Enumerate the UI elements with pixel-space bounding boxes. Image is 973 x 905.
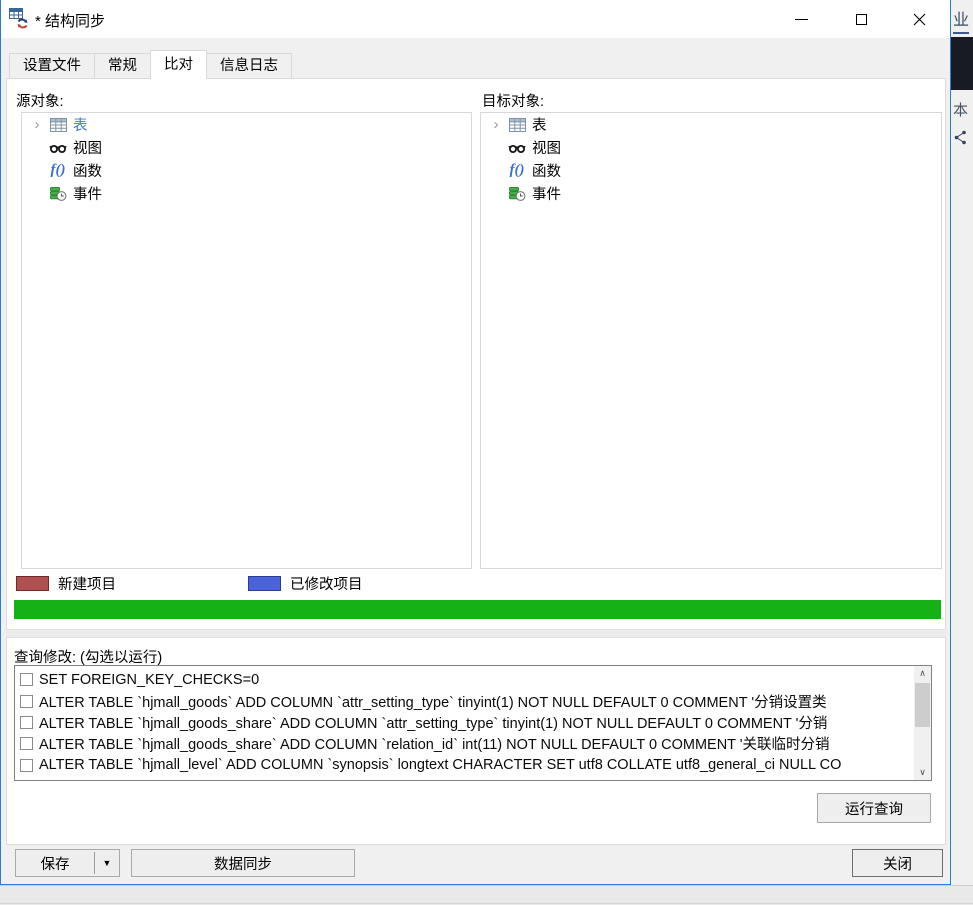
- query-sql-text: ALTER TABLE `hjmall_goods_share` ADD COL…: [39, 712, 827, 733]
- query-row-partial[interactable]: ALTER TABLE `hjmall_...` ADD COLUMN `...…: [15, 776, 912, 780]
- query-rows: SET FOREIGN_KEY_CHECKS=0 ALTER TABLE `hj…: [15, 666, 912, 780]
- target-tree-item-tables[interactable]: › 表: [481, 113, 941, 136]
- query-row[interactable]: ALTER TABLE `hjmall_goods_share` ADD COL…: [15, 733, 912, 754]
- source-tree-item-events[interactable]: 事件: [22, 182, 471, 205]
- query-checkbox[interactable]: [20, 716, 33, 729]
- screen: 业 本: [0, 0, 973, 905]
- query-sql-text: ALTER TABLE `hjmall_goods` ADD COLUMN `a…: [39, 691, 827, 712]
- tree-item-label: 事件: [73, 183, 102, 204]
- query-checkbox[interactable]: [20, 695, 33, 708]
- background-app-bottom-strip: [0, 885, 973, 905]
- structure-sync-icon: [9, 8, 30, 29]
- tree-item-label: 事件: [532, 183, 561, 204]
- run-query-button[interactable]: 运行查询: [817, 793, 931, 823]
- scroll-down-icon[interactable]: ∨: [914, 765, 931, 780]
- view-icon: [46, 141, 70, 155]
- target-tree-item-events[interactable]: 事件: [481, 182, 941, 205]
- scroll-up-icon[interactable]: ∧: [914, 666, 931, 681]
- maximize-icon: [856, 14, 867, 25]
- background-dark-bar: [951, 37, 973, 90]
- close-window-button[interactable]: [897, 0, 942, 38]
- tab-general[interactable]: 常规: [94, 53, 151, 79]
- query-checkbox[interactable]: [20, 673, 33, 686]
- close-icon: [913, 13, 926, 26]
- titlebar[interactable]: * 结构同步: [1, 0, 950, 38]
- progress-bar: [14, 600, 941, 619]
- query-sql-text: ALTER TABLE `hjmall_...` ADD COLUMN `...…: [39, 779, 348, 780]
- event-icon: [46, 186, 70, 202]
- close-button[interactable]: 关闭: [852, 849, 943, 877]
- new-items-label: 新建项目: [58, 573, 116, 594]
- save-button[interactable]: 保存: [16, 850, 94, 876]
- background-partial-text: 业: [953, 6, 969, 34]
- window-title: * 结构同步: [35, 10, 105, 31]
- tree-item-label: 函数: [73, 160, 102, 181]
- source-tree-item-functions[interactable]: f() 函数: [22, 159, 471, 182]
- target-tree-item-views[interactable]: 视图: [481, 136, 941, 159]
- tree-item-label: 视图: [532, 137, 561, 158]
- tree-item-label: 表: [532, 114, 547, 135]
- function-icon: f(): [46, 162, 70, 179]
- query-list[interactable]: SET FOREIGN_KEY_CHECKS=0 ALTER TABLE `hj…: [14, 665, 932, 781]
- minimize-icon: [795, 19, 808, 20]
- background-app-right-strip: 业 本: [951, 0, 973, 885]
- background-partial-text-2: 本: [953, 99, 968, 120]
- query-row[interactable]: ALTER TABLE `hjmall_level` ADD COLUMN `s…: [15, 755, 912, 776]
- event-icon: [505, 186, 529, 202]
- divider: [0, 903, 973, 904]
- tab-strip: 设置文件 常规 比对 信息日志: [9, 50, 291, 79]
- source-objects-tree[interactable]: › 表: [21, 112, 472, 569]
- tab-info-log[interactable]: 信息日志: [206, 53, 292, 79]
- chevron-right-icon[interactable]: ›: [487, 113, 505, 136]
- save-dropdown-button[interactable]: ▼: [95, 850, 119, 876]
- new-items-swatch: [16, 576, 49, 591]
- target-objects-tree[interactable]: › 表: [480, 112, 942, 569]
- query-row[interactable]: SET FOREIGN_KEY_CHECKS=0: [15, 669, 912, 690]
- tab-settings-file[interactable]: 设置文件: [9, 53, 95, 79]
- query-checkbox[interactable]: [20, 759, 33, 772]
- query-sql-text: ALTER TABLE `hjmall_level` ADD COLUMN `s…: [39, 757, 841, 773]
- legend: 新建项目 已修改项目: [16, 573, 363, 594]
- tab-compare[interactable]: 比对: [150, 50, 207, 79]
- chevron-down-icon: ▼: [103, 858, 112, 868]
- query-row[interactable]: ALTER TABLE `hjmall_goods` ADD COLUMN `a…: [15, 690, 912, 711]
- source-objects-label: 源对象:: [16, 90, 64, 111]
- save-split-button: 保存 ▼: [15, 849, 120, 877]
- splitter-handle[interactable]: [6, 629, 946, 638]
- query-row[interactable]: ALTER TABLE `hjmall_goods_share` ADD COL…: [15, 712, 912, 733]
- chevron-right-icon[interactable]: ›: [28, 113, 46, 136]
- table-icon: [46, 118, 70, 132]
- compare-tab-page: 源对象: 目标对象: › 表: [6, 78, 946, 845]
- tree-item-label: 视图: [73, 137, 102, 158]
- share-icon: [954, 130, 967, 150]
- modified-items-swatch: [248, 576, 281, 591]
- structure-sync-dialog: * 结构同步 设置文件 常规 比对 信息日志 源对象: 目标对象: ›: [0, 0, 951, 885]
- tree-item-label: 函数: [532, 160, 561, 181]
- query-sql-text: SET FOREIGN_KEY_CHECKS=0: [39, 672, 259, 688]
- table-icon: [505, 118, 529, 132]
- query-modifications-label: 查询修改: (勾选以运行): [14, 646, 162, 667]
- function-icon: f(): [505, 162, 529, 179]
- data-sync-button[interactable]: 数据同步: [131, 849, 355, 877]
- minimize-button[interactable]: [779, 0, 824, 38]
- maximize-button[interactable]: [839, 0, 884, 38]
- tree-item-label: 表: [73, 114, 88, 135]
- vertical-scrollbar[interactable]: ∧ ∨: [914, 666, 931, 780]
- source-tree-item-tables[interactable]: › 表: [22, 113, 471, 136]
- view-icon: [505, 141, 529, 155]
- target-tree-item-functions[interactable]: f() 函数: [481, 159, 941, 182]
- query-checkbox[interactable]: [20, 737, 33, 750]
- query-sql-text: ALTER TABLE `hjmall_goods_share` ADD COL…: [39, 733, 830, 754]
- scrollbar-thumb[interactable]: [915, 683, 930, 727]
- source-tree-item-views[interactable]: 视图: [22, 136, 471, 159]
- modified-items-label: 已修改项目: [290, 573, 363, 594]
- target-objects-label: 目标对象:: [482, 90, 544, 111]
